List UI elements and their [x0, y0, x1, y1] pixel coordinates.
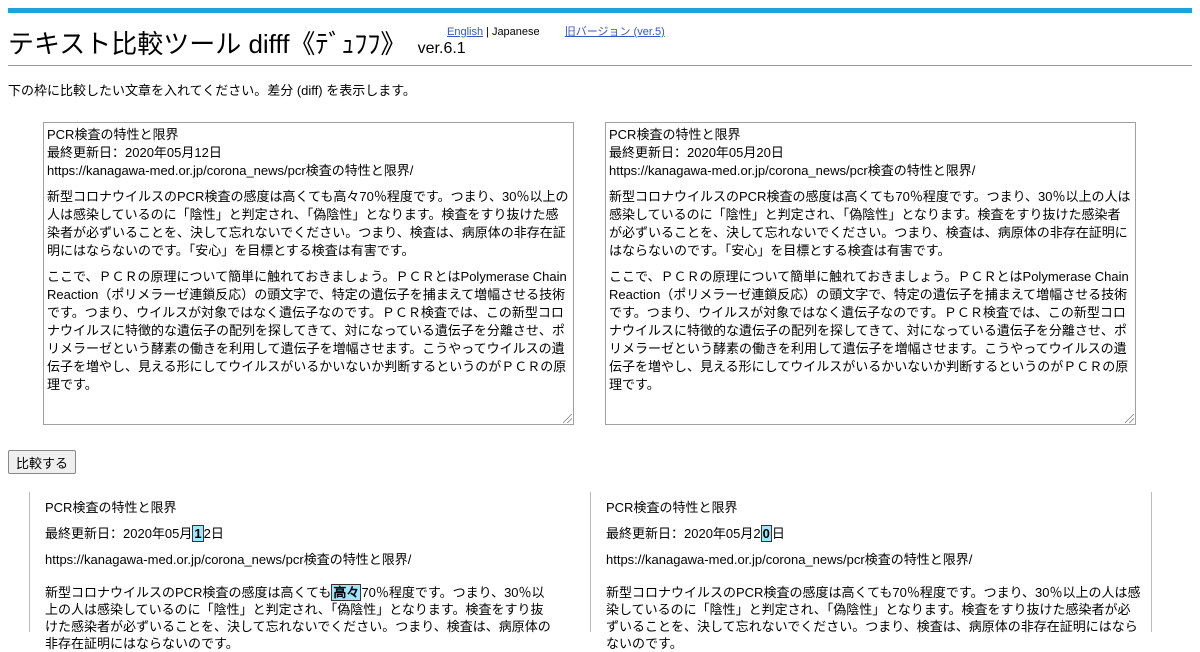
diff-result-left: PCR検査の特性と限界 最終更新日：2020年05月 1 2日 https://ka…	[29, 492, 561, 651]
result-line: https://kanagawa-med.or.jp/corona_news/p…	[45, 552, 412, 567]
right-input-paragraph: 新型コロナウイルスのPCR検査の感度は高くても70％程度です。つまり、30％以上…	[609, 189, 1131, 258]
japanese-label: Japanese	[491, 26, 540, 38]
page-title: テキスト比較ツール difff《ﾃﾞｭﾌﾌ》 ver.6.1	[8, 24, 466, 61]
result-line: 新型コロナウイルスのPCR検査の感度は高くても70％程度です。つまり、30％以上…	[606, 585, 1141, 651]
left-input-paragraph: ここで、ＰＣＲの原理について簡単に触れておきましょう。ＰＣＲとはPolymera…	[47, 269, 567, 392]
diff-highlight: 高々	[331, 584, 362, 601]
title-text: テキスト比較ツール difff《ﾃﾞｭﾌﾌ》	[8, 29, 407, 59]
right-input-line: 最終更新日：2020年05月20日	[609, 145, 784, 160]
diff-result-right: PCR検査の特性と限界 最終更新日：2020年05月2 0 日 https://ka…	[590, 492, 1152, 651]
resize-handle[interactable]	[1125, 414, 1134, 423]
diff-highlight: 0	[760, 525, 772, 542]
result-line: 最終更新日：2020年05月2 0 日	[606, 525, 785, 542]
result-line: PCR検査の特性と限界	[606, 500, 738, 515]
language-switcher: English | Japanese 旧バージョン (ver.5)	[447, 23, 665, 39]
left-input-line: PCR検査の特性と限界	[47, 127, 179, 142]
diff-highlight: 1	[192, 525, 204, 542]
right-input-line: PCR検査の特性と限界	[609, 127, 741, 142]
right-text-input[interactable]: PCR検査の特性と限界 最終更新日：2020年05月20日 https://ka…	[605, 122, 1136, 425]
resize-handle[interactable]	[563, 414, 572, 423]
result-line: https://kanagawa-med.or.jp/corona_news/p…	[606, 552, 973, 567]
compare-button[interactable]: 比較する	[8, 450, 76, 474]
left-input-paragraph: 新型コロナウイルスのPCR検査の感度は高くても高々70％程度です。つまり、30％…	[47, 189, 569, 258]
top-accent-bar	[8, 8, 1192, 13]
result-line: 最終更新日：2020年05月 1 2日	[45, 525, 224, 542]
left-input-line: 最終更新日：2020年05月12日	[47, 145, 222, 160]
header-divider	[8, 65, 1192, 66]
intro-text: 下の枠に比較したい文章を入れてください。差分 (diff) を表示します。	[8, 83, 416, 98]
english-link[interactable]: English	[447, 26, 483, 38]
left-text-input[interactable]: PCR検査の特性と限界 最終更新日：2020年05月12日 https://ka…	[43, 122, 574, 425]
old-version-link[interactable]: 旧バージョン (ver.5)	[565, 26, 665, 38]
result-line: PCR検査の特性と限界	[45, 500, 177, 515]
left-input-line: https://kanagawa-med.or.jp/corona_news/p…	[47, 163, 414, 178]
result-line: 新型コロナウイルスのPCR検査の感度は高くても 高々 70％程度です。つまり、30％…	[45, 584, 551, 651]
version-label: ver.6.1	[417, 40, 466, 57]
language-separator: |	[486, 26, 489, 38]
right-input-paragraph: ここで、ＰＣＲの原理について簡単に触れておきましょう。ＰＣＲとはPolymera…	[609, 269, 1129, 392]
right-input-line: https://kanagawa-med.or.jp/corona_news/p…	[609, 163, 976, 178]
